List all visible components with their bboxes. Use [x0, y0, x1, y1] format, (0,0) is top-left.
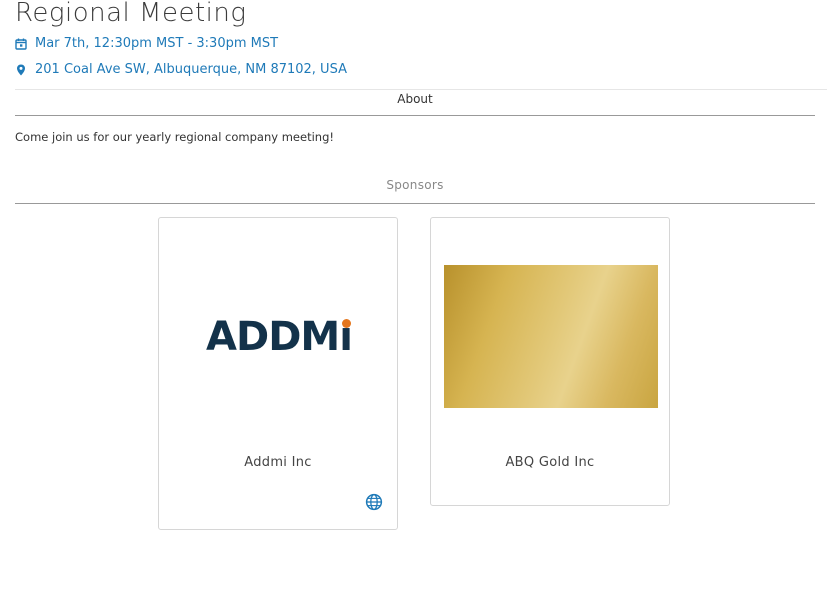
addmi-logo-dot	[341, 318, 351, 328]
sponsor-card-addmi[interactable]: ADDMı Addmi Inc	[158, 217, 398, 530]
event-date-row: Mar 7th, 12:30pm MST - 3:30pm MST	[15, 36, 278, 51]
event-title: Regional Meeting	[15, 0, 247, 28]
event-description: Come join us for our yearly regional com…	[15, 130, 334, 144]
event-location-text: 201 Coal Ave SW, Albuquerque, NM 87102, …	[35, 62, 347, 77]
event-date-text: Mar 7th, 12:30pm MST - 3:30pm MST	[35, 36, 279, 51]
event-page: Regional Meeting Mar 7th, 12:30pm MST - …	[0, 0, 827, 612]
tab-about-label: About	[397, 92, 433, 106]
globe-icon[interactable]	[365, 493, 383, 511]
sponsor-card-abq-gold[interactable]: ABQ Gold Inc	[430, 217, 670, 506]
gold-logo-image	[444, 265, 658, 408]
tab-about[interactable]: About	[15, 90, 815, 116]
calendar-icon	[15, 38, 27, 50]
map-pin-icon	[17, 64, 25, 75]
addmi-logo: ADDMı	[206, 313, 353, 360]
sponsor-logo-abq-gold	[444, 265, 658, 408]
sponsor-name: Addmi Inc	[244, 455, 312, 470]
sponsor-name: ABQ Gold Inc	[505, 455, 595, 470]
sponsor-logo-addmi: ADDMı	[172, 265, 386, 408]
event-location-row: 201 Coal Ave SW, Albuquerque, NM 87102, …	[15, 62, 347, 77]
sponsors-heading: Sponsors	[15, 178, 815, 204]
